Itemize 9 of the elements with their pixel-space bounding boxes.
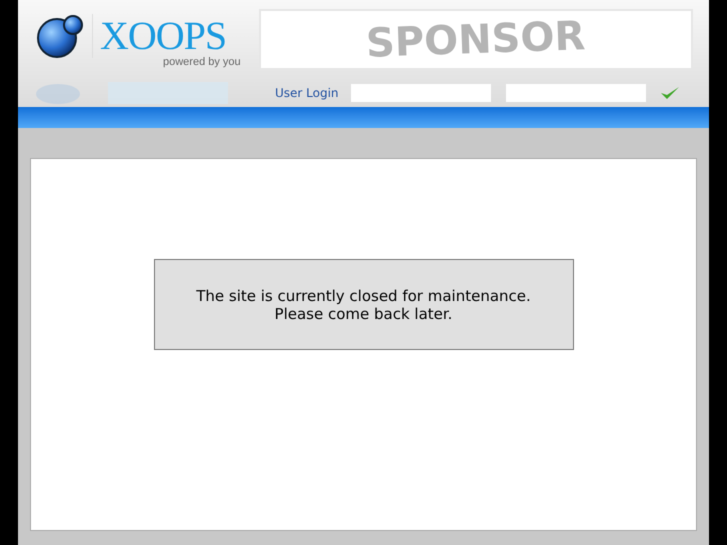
tagline: powered by you [163,56,241,68]
logo-text: XOOPS [100,14,226,58]
logo-icon [36,14,84,58]
maintenance-message: The site is currently closed for maintenance. Please come back later. [154,259,574,350]
banner-text: SPONSOR [366,14,586,66]
password-field[interactable] [506,84,646,102]
username-field[interactable] [350,84,491,102]
checkmark-icon[interactable] [660,85,680,101]
user-login-link[interactable]: User Login [275,84,339,102]
